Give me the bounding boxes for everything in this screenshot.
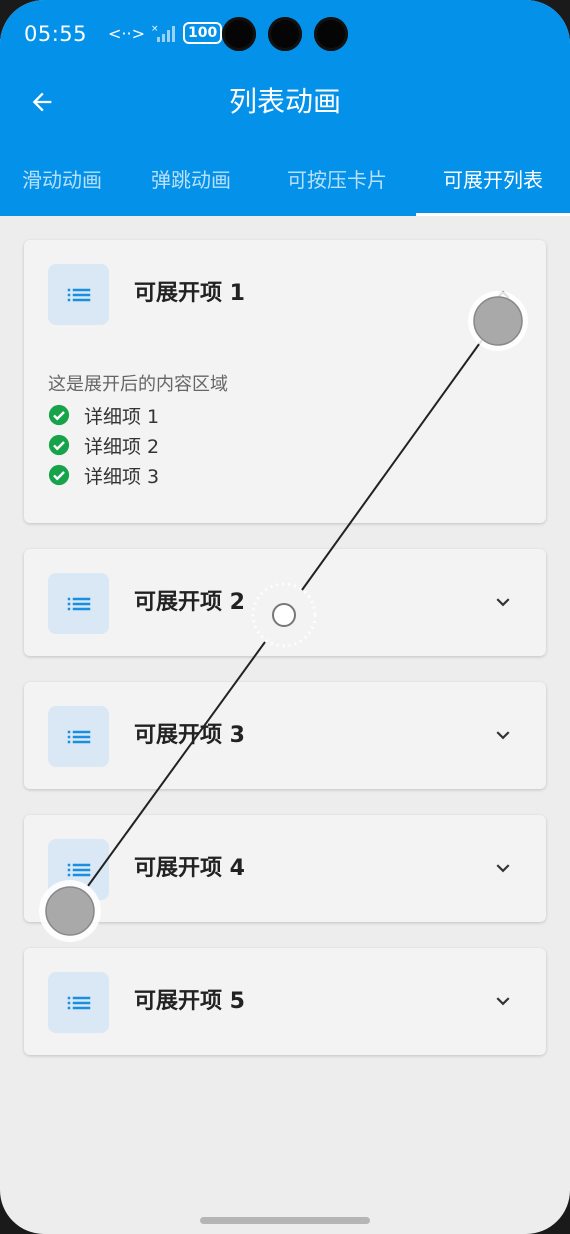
expandable-card-5[interactable]: 可展开项 5 <box>24 948 546 1055</box>
camera-cutout <box>222 17 256 51</box>
expandable-card-3[interactable]: 可展开项 3 <box>24 682 546 789</box>
tab-pressable-card[interactable]: 可按压卡片 <box>258 150 416 206</box>
card-header[interactable]: 可展开项 5 <box>24 948 546 1056</box>
check-circle-icon <box>48 464 70 486</box>
tab-bounce-animation[interactable]: 弹跳动画 <box>124 150 258 206</box>
card-header[interactable]: 可展开项 2 <box>24 549 546 657</box>
check-circle-icon <box>48 434 70 456</box>
detail-item: 详细项 2 <box>48 430 228 460</box>
expandable-card-2[interactable]: 可展开项 2 <box>24 549 546 656</box>
list-icon <box>48 972 109 1033</box>
card-title: 可展开项 3 <box>134 723 245 748</box>
card-header[interactable]: 可展开项 4 <box>24 815 546 923</box>
list-icon <box>48 573 109 634</box>
page-title: 列表动画 <box>228 85 341 118</box>
card-title: 可展开项 5 <box>134 989 245 1014</box>
status-bar: 05:55 <··> × 100 <box>0 0 570 72</box>
detail-item-label: 详细项 3 <box>84 465 160 488</box>
status-icons: <··> × 100 <box>108 22 223 44</box>
app-bar: 05:55 <··> × 100 列表动画 滑动动画 弹跳动画 可按压卡片 可展… <box>0 0 570 216</box>
svg-text:×: × <box>151 24 159 34</box>
list-icon <box>48 264 109 325</box>
list-icon <box>48 839 109 900</box>
battery-icon: 100 <box>182 22 223 44</box>
tab-slide-animation[interactable]: 滑动动画 <box>0 150 124 206</box>
check-circle-icon <box>48 404 70 426</box>
chevron-down-icon[interactable] <box>490 988 516 1014</box>
expandable-card-4[interactable]: 可展开项 4 <box>24 815 546 922</box>
chevron-down-icon[interactable] <box>490 855 516 881</box>
detail-item-label: 详细项 2 <box>84 435 160 458</box>
card-header[interactable]: 可展开项 1 <box>24 240 546 348</box>
chevron-down-icon[interactable] <box>490 722 516 748</box>
detail-item: 详细项 1 <box>48 400 228 430</box>
phone-screen: 05:55 <··> × 100 列表动画 滑动动画 弹跳动画 可按压卡片 可展… <box>0 0 570 1234</box>
expanded-content: 这是展开后的内容区域 详细项 1 详细项 2 详细项 3 <box>48 370 228 490</box>
chevron-down-icon[interactable] <box>490 589 516 615</box>
expanded-label: 这是展开后的内容区域 <box>48 374 228 395</box>
card-title: 可展开项 4 <box>134 856 245 881</box>
camera-cutout <box>314 17 348 51</box>
detail-item-label: 详细项 1 <box>84 405 160 428</box>
tab-expandable-list[interactable]: 可展开列表 <box>416 150 570 216</box>
expandable-card-1: 可展开项 1 这是展开后的内容区域 详细项 1 详细项 2 详细项 3 <box>24 240 546 523</box>
list-icon <box>48 706 109 767</box>
camera-cutout <box>268 17 302 51</box>
detail-item: 详细项 3 <box>48 460 228 490</box>
card-header[interactable]: 可展开项 3 <box>24 682 546 790</box>
home-indicator[interactable] <box>200 1217 370 1224</box>
status-time: 05:55 <box>24 22 88 46</box>
tab-bar: 滑动动画 弹跳动画 可按压卡片 可展开列表 <box>0 150 570 216</box>
chevron-up-icon[interactable] <box>490 282 516 308</box>
title-row: 列表动画 <box>0 72 570 132</box>
card-title: 可展开项 1 <box>134 281 245 306</box>
signal-icon: × <box>151 24 175 42</box>
data-transfer-icon: <··> <box>108 23 145 43</box>
card-title: 可展开项 2 <box>134 590 245 615</box>
